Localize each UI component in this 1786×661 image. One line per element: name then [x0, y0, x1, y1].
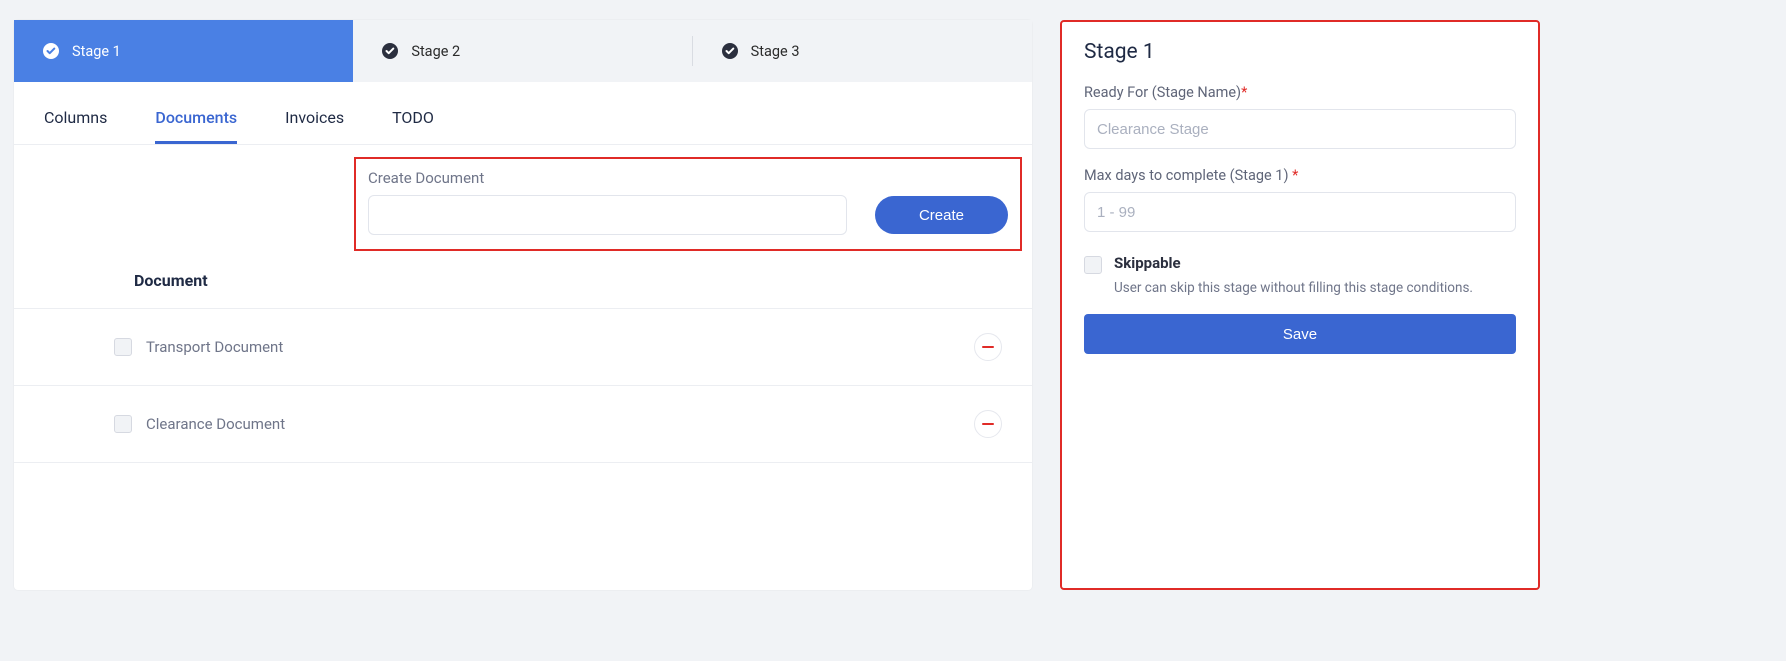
- create-document-input[interactable]: [368, 195, 847, 235]
- stage-name-label: Ready For (Stage Name)*: [1084, 84, 1516, 101]
- document-row: Transport Document: [14, 309, 1032, 386]
- side-panel-title: Stage 1: [1084, 40, 1516, 64]
- stage-tab-3[interactable]: Stage 3: [693, 20, 1032, 82]
- create-document-section: Create Document Create: [14, 145, 1032, 251]
- skippable-checkbox[interactable]: [1084, 256, 1102, 274]
- max-days-label: Max days to complete (Stage 1) *: [1084, 167, 1516, 184]
- stage-tab-label: Stage 3: [751, 43, 800, 60]
- skippable-label: Skippable: [1114, 254, 1181, 272]
- tab-columns[interactable]: Columns: [44, 108, 107, 144]
- stage-name-input[interactable]: [1084, 109, 1516, 149]
- save-button[interactable]: Save: [1084, 314, 1516, 354]
- content-tabs: Columns Documents Invoices TODO: [14, 82, 1032, 145]
- stage-tab-2[interactable]: Stage 2: [353, 20, 692, 82]
- document-row: Clearance Document: [14, 386, 1032, 463]
- stage-settings-panel: Stage 1 Ready For (Stage Name)* Max days…: [1060, 20, 1540, 590]
- check-circle-icon: [381, 42, 399, 60]
- stage-tab-label: Stage 1: [72, 43, 121, 60]
- stage-tabs: Stage 1 Stage 2 Stage 3: [14, 20, 1032, 82]
- document-checkbox[interactable]: [114, 415, 132, 433]
- document-name: Clearance Document: [146, 415, 974, 433]
- check-circle-icon: [721, 42, 739, 60]
- stage-tab-1[interactable]: Stage 1: [14, 20, 353, 82]
- remove-document-button[interactable]: [974, 333, 1002, 361]
- max-days-input[interactable]: [1084, 192, 1516, 232]
- tab-todo[interactable]: TODO: [392, 108, 434, 144]
- document-checkbox[interactable]: [114, 338, 132, 356]
- minus-icon: [982, 341, 994, 353]
- skippable-row: Skippable: [1084, 254, 1516, 274]
- document-header: Document: [14, 251, 1032, 309]
- stage-tab-label: Stage 2: [411, 43, 460, 60]
- document-name: Transport Document: [146, 338, 974, 356]
- create-button[interactable]: Create: [875, 196, 1008, 234]
- check-circle-icon: [42, 42, 60, 60]
- tab-documents[interactable]: Documents: [155, 108, 237, 144]
- tab-invoices[interactable]: Invoices: [285, 108, 344, 144]
- skippable-description: User can skip this stage without filling…: [1114, 280, 1516, 296]
- minus-icon: [982, 418, 994, 430]
- create-document-box: Create Document Create: [354, 157, 1022, 251]
- main-panel: Stage 1 Stage 2 Stage 3 Columns Document…: [14, 20, 1032, 590]
- remove-document-button[interactable]: [974, 410, 1002, 438]
- create-document-label: Create Document: [368, 169, 1008, 187]
